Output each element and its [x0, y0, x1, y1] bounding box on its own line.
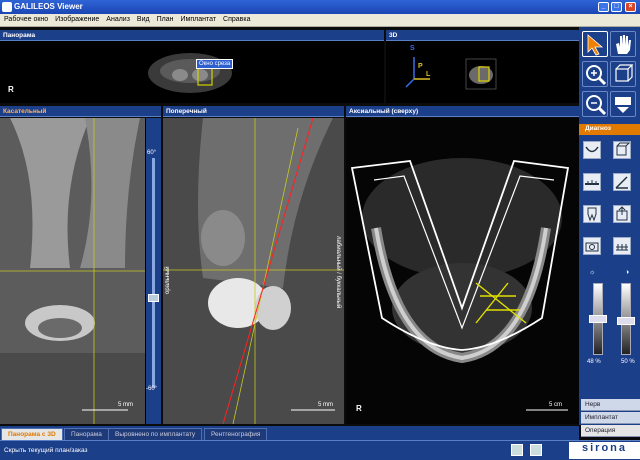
status-text: Скрыть текущий план/заказ [4, 447, 88, 454]
distance-tool-button[interactable] [583, 173, 601, 191]
axial-view[interactable]: R 5 cm [346, 118, 579, 424]
menu-item-analysis[interactable]: Анализ [102, 14, 133, 23]
snapshot-button[interactable] [583, 237, 601, 255]
pan-tool-button[interactable] [610, 31, 636, 57]
window-title: GALILEOS Viewer [14, 2, 83, 11]
contrast-thumb[interactable] [617, 317, 635, 325]
camera-icon [585, 242, 599, 252]
status-bar: Скрыть текущий план/заказ sirona [0, 440, 640, 460]
brand-logo: sirona [569, 442, 640, 459]
menu-item-implant[interactable]: Имплантат [176, 14, 219, 23]
brightness-thumb[interactable] [589, 315, 607, 323]
grid-button[interactable] [613, 237, 631, 255]
angle-slider-thumb[interactable] [148, 294, 159, 302]
zoom-out-icon [586, 95, 607, 116]
contrast-value: 50 % [621, 359, 635, 365]
implant-button[interactable]: Имплантат [581, 412, 640, 424]
panorama-tooltip: Окно среза [196, 59, 234, 69]
export-button[interactable] [613, 205, 631, 223]
axial-scale: 5 cm [549, 402, 563, 408]
pointer-tool-button[interactable] [582, 31, 608, 57]
brightness-value: 48 % [587, 359, 601, 365]
menu-bar: Рабочее окно Изображение Анализ Вид План Импл… [0, 14, 640, 27]
menu-item-plan[interactable]: План [153, 14, 177, 23]
volume-tool-button[interactable] [613, 141, 631, 159]
diagnosis-label[interactable]: Диагноз [579, 124, 640, 135]
view3d-view[interactable]: S P L [386, 41, 579, 103]
curve-icon [585, 146, 599, 153]
maximize-button[interactable]: □ [611, 2, 622, 12]
tooth-icon [587, 207, 597, 222]
oral-label: оральный [165, 266, 171, 294]
axial-orientation: R [356, 404, 362, 413]
contrast-icon: ◑ [625, 269, 630, 276]
cube-icon [615, 64, 634, 82]
curve-tool-button[interactable] [583, 141, 601, 159]
labial-label: лабиальный / буккальный [335, 236, 341, 309]
axis-l-label: L [426, 71, 431, 78]
box-icon [616, 142, 631, 156]
right-toolbar: Диагноз ☼ ◑ 48 % 50 % [579, 27, 640, 425]
status-icon-a[interactable] [511, 444, 523, 456]
panorama-header: Панорама [0, 30, 384, 41]
tangential-view[interactable]: 60° -60° 5 mm [0, 118, 161, 424]
menu-item-workspace[interactable]: Рабочее окно [0, 14, 51, 23]
tab-panorama-3d[interactable]: Панорама с 3D [1, 428, 63, 440]
ruler-icon [585, 180, 599, 185]
brightness-icon: ☼ [589, 269, 596, 276]
title-bar: GALILEOS Viewer _ □ × [0, 0, 640, 14]
implant-library-button[interactable] [583, 205, 601, 223]
app-icon [2, 2, 12, 12]
tangential-image [0, 118, 145, 424]
panorama-image [148, 53, 232, 93]
angle-icon [615, 176, 628, 189]
cross-image [163, 118, 344, 424]
tab-radiography[interactable]: Рентгенография [204, 428, 268, 440]
zoom-out-button[interactable] [582, 91, 608, 117]
tangential-header: Касательный [0, 106, 161, 117]
grid-icon [616, 244, 628, 251]
surgery-button[interactable]: Операция [581, 425, 640, 437]
angle-slider[interactable] [146, 118, 161, 424]
angle-tool-button[interactable] [613, 173, 631, 191]
zoom-in-button[interactable] [582, 61, 608, 87]
close-button[interactable]: × [625, 2, 636, 12]
fit-view-button[interactable] [610, 61, 636, 87]
menu-item-image[interactable]: Изображение [51, 14, 102, 23]
tab-panorama[interactable]: Панорама [64, 428, 109, 440]
cross-scale: 5 mm [318, 402, 333, 408]
layout-icon [615, 97, 631, 113]
menu-item-help[interactable]: Справка [219, 14, 253, 23]
axis-s-label: S [410, 45, 415, 52]
zoom-in-icon [586, 65, 607, 86]
minimize-button[interactable]: _ [598, 2, 609, 12]
status-icon-b[interactable] [530, 444, 542, 456]
cross-view[interactable]: оральный лабиальный / буккальный 5 mm [163, 118, 344, 424]
nerve-button[interactable]: Нерв [581, 399, 640, 411]
axial-image [346, 118, 579, 424]
menu-item-view[interactable]: Вид [133, 14, 153, 23]
angle-bottom-label: -60° [146, 386, 158, 392]
axial-header: Аксиальный (сверху) [346, 106, 579, 117]
arrow-icon [587, 34, 604, 56]
view3d-header: 3D [386, 30, 579, 41]
axis-p-label: P [418, 63, 423, 70]
tangential-scale: 5 mm [118, 402, 133, 408]
layout-button[interactable] [610, 91, 636, 117]
tab-implant-aligned[interactable]: Выровнено по имплантату [108, 428, 203, 440]
panorama-view[interactable]: Окно среза R [0, 41, 384, 103]
angle-top-label: 60° [147, 150, 157, 156]
hand-icon [616, 35, 631, 54]
cross-header: Поперечный [163, 106, 344, 117]
panorama-orientation: R [8, 85, 14, 94]
export-icon [616, 206, 628, 221]
